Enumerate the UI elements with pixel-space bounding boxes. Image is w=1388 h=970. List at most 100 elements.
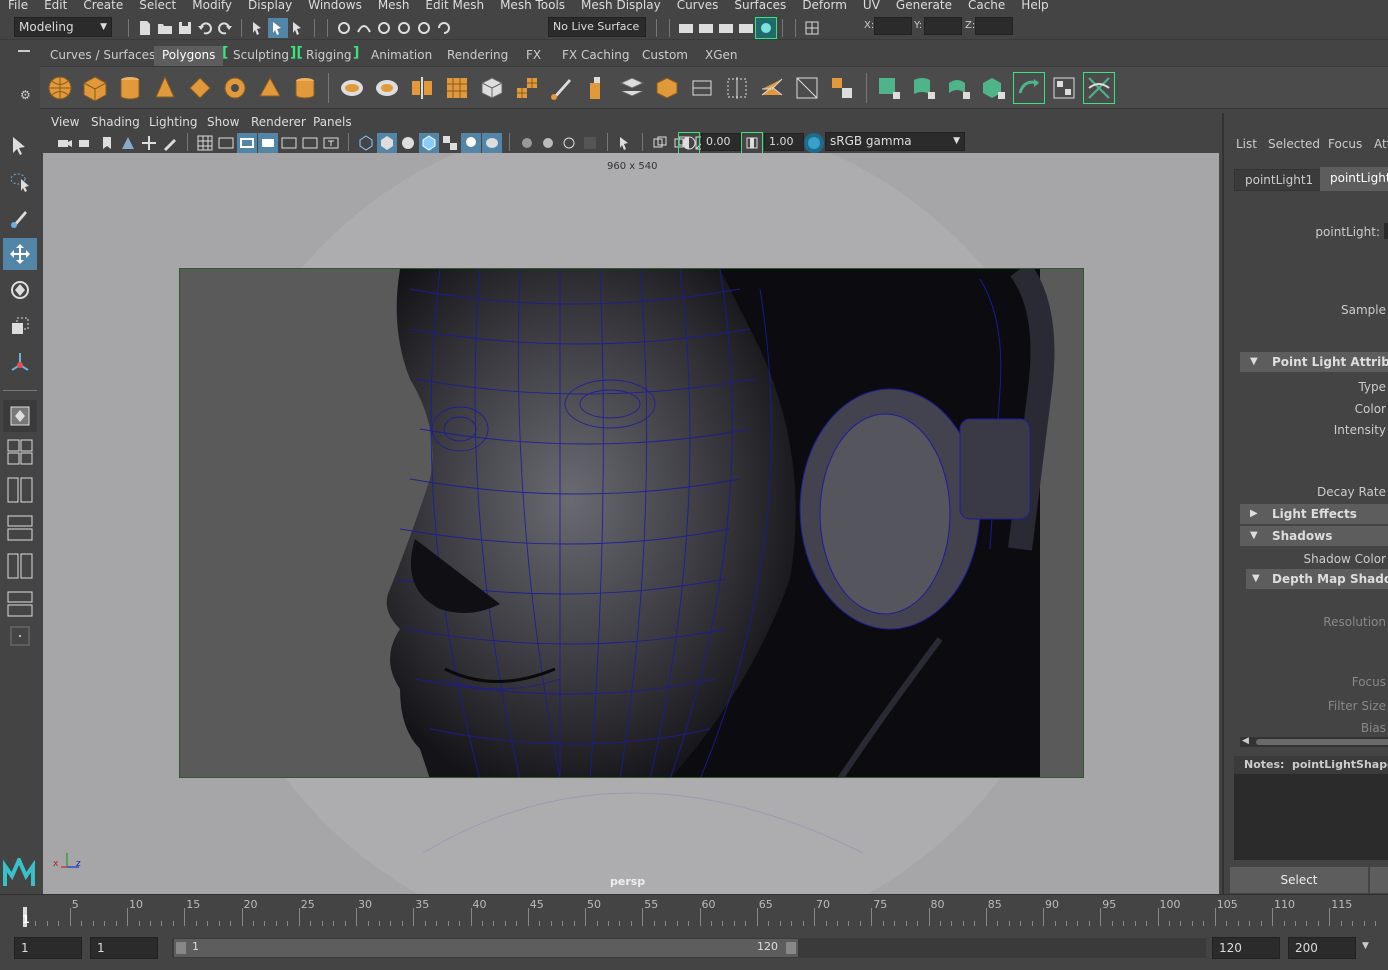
shelf-menu-icon[interactable]: [18, 50, 30, 52]
menu-edit[interactable]: Edit: [36, 0, 75, 11]
select-button[interactable]: Select: [1230, 867, 1368, 893]
menu-edit-mesh[interactable]: Edit Mesh: [417, 0, 492, 11]
exposure-field[interactable]: 0.00: [701, 133, 741, 151]
render-view-icon[interactable]: [736, 18, 756, 38]
rotate-tool-icon[interactable]: [3, 274, 37, 306]
image-plane-icon[interactable]: [118, 133, 138, 153]
time-slider[interactable]: 5 10 15 20 25 30 35 40 45 50 55 60 65 70 75 80 85 90 95 100…: [0, 894, 1388, 930]
poly-sphere-icon[interactable]: [45, 73, 75, 103]
multi-cut-icon[interactable]: [722, 73, 752, 103]
bookmark-icon[interactable]: [97, 133, 117, 153]
tab-pointlightshape[interactable]: pointLightS: [1320, 167, 1388, 191]
shadows-icon[interactable]: [482, 133, 502, 153]
extrude-icon[interactable]: [582, 73, 612, 103]
chevron-down-icon[interactable]: ▼: [1362, 941, 1369, 951]
isolate-select-icon[interactable]: [615, 133, 635, 153]
poly-cube-icon[interactable]: [80, 73, 110, 103]
hypershade-layout-icon[interactable]: [3, 550, 37, 582]
range-start-handle[interactable]: [176, 942, 186, 954]
wireframe-icon[interactable]: [356, 133, 376, 153]
menu-uv[interactable]: UV: [855, 0, 888, 11]
append-icon[interactable]: [687, 73, 717, 103]
planar-uv-icon[interactable]: [874, 73, 904, 103]
screen-space-ao-icon[interactable]: [517, 133, 537, 153]
remesh-icon[interactable]: [512, 73, 542, 103]
default-material-icon[interactable]: [398, 133, 418, 153]
film-gate-icon[interactable]: [216, 133, 236, 153]
exposure-icon[interactable]: [678, 132, 700, 154]
menu-show[interactable]: Show: [207, 115, 239, 129]
menu-surfaces[interactable]: Surfaces: [726, 0, 794, 11]
section-point-light-attributes[interactable]: ▼Point Light Attributes: [1240, 352, 1388, 372]
target-weld-icon[interactable]: [827, 73, 857, 103]
gate-mask-icon[interactable]: [258, 133, 278, 153]
snap-curve-icon[interactable]: [354, 18, 374, 38]
tab-sculpting[interactable]: Sculpting: [225, 46, 297, 66]
notes-text-area[interactable]: [1234, 774, 1388, 860]
cylindrical-uv-icon[interactable]: [909, 73, 939, 103]
playback-start-field[interactable]: 1: [90, 937, 158, 959]
grid-icon[interactable]: [195, 133, 215, 153]
ae-menu-attributes[interactable]: Attri: [1374, 137, 1388, 151]
poly-cylinder-icon[interactable]: [115, 73, 145, 103]
anti-aliasing-icon[interactable]: [559, 133, 579, 153]
menu-renderer[interactable]: Renderer: [251, 115, 306, 129]
range-track[interactable]: 1 120: [172, 938, 1206, 958]
new-scene-icon[interactable]: [135, 18, 155, 38]
tab-animation[interactable]: Animation: [363, 46, 440, 66]
view-transform-icon[interactable]: [804, 133, 824, 153]
automatic-uv-icon[interactable]: [979, 73, 1009, 103]
pointlight-field[interactable]: [1384, 223, 1388, 239]
xray-icon[interactable]: [650, 133, 670, 153]
select-component-icon[interactable]: [288, 18, 308, 38]
wireframe-head-model[interactable]: [180, 269, 1084, 778]
lasso-tool-icon[interactable]: [3, 166, 37, 198]
safe-title-icon[interactable]: [321, 133, 341, 153]
gamma-field[interactable]: 1.00: [764, 133, 804, 151]
bevel-icon[interactable]: [652, 73, 682, 103]
motion-blur-icon[interactable]: [538, 133, 558, 153]
offset-edge-loop-icon[interactable]: [792, 73, 822, 103]
menu-lighting[interactable]: Lighting: [149, 115, 198, 129]
render-frame-icon[interactable]: [696, 18, 716, 38]
last-tool-icon[interactable]: [3, 346, 37, 378]
snap-live-icon[interactable]: [434, 18, 454, 38]
four-view-icon[interactable]: [3, 436, 37, 468]
menu-mesh-display[interactable]: Mesh Display: [573, 0, 669, 11]
smooth-icon[interactable]: [442, 73, 472, 103]
undo-icon[interactable]: [195, 18, 215, 38]
scrollbar-thumb[interactable]: [1256, 739, 1388, 745]
open-scene-icon[interactable]: [155, 18, 175, 38]
ae-menu-focus[interactable]: Focus: [1328, 137, 1362, 151]
notes-area[interactable]: Notes: pointLightShape1: [1234, 756, 1388, 860]
animation-end-field[interactable]: 200: [1288, 937, 1356, 959]
wireframe-on-shaded-icon[interactable]: [419, 133, 439, 153]
menu-panels[interactable]: Panels: [313, 115, 352, 129]
range-end-handle[interactable]: [786, 942, 796, 954]
ipr-render-icon[interactable]: [716, 18, 736, 38]
poly-cone-icon[interactable]: [150, 73, 180, 103]
tab-custom[interactable]: Custom: [634, 46, 696, 66]
animation-start-field[interactable]: 1: [14, 937, 82, 959]
combine-icon[interactable]: [337, 73, 367, 103]
load-attributes-button[interactable]: [1370, 867, 1388, 893]
render-settings-icon[interactable]: [676, 18, 696, 38]
poly-pyramid-icon[interactable]: [255, 73, 285, 103]
menu-deform[interactable]: Deform: [794, 0, 855, 11]
save-scene-icon[interactable]: [175, 18, 195, 38]
select-hierarchy-icon[interactable]: [248, 18, 268, 38]
menu-generate[interactable]: Generate: [888, 0, 960, 11]
persp-uv-icon[interactable]: [3, 588, 37, 620]
menu-shading[interactable]: Shading: [91, 115, 140, 129]
uv-transfer-icon[interactable]: [1013, 72, 1045, 104]
hypershade-icon[interactable]: [755, 17, 777, 39]
menu-select[interactable]: Select: [131, 0, 184, 11]
snap-point-icon[interactable]: [374, 18, 394, 38]
poly-pipe-icon[interactable]: [290, 73, 320, 103]
resolution-gate-icon[interactable]: [237, 133, 257, 153]
move-tool-icon[interactable]: [3, 238, 37, 270]
menu-file[interactable]: File: [0, 0, 36, 11]
persp-outliner-icon[interactable]: [3, 474, 37, 506]
ae-menu-list[interactable]: List: [1236, 137, 1257, 151]
custom-layout-icon[interactable]: [3, 620, 37, 652]
